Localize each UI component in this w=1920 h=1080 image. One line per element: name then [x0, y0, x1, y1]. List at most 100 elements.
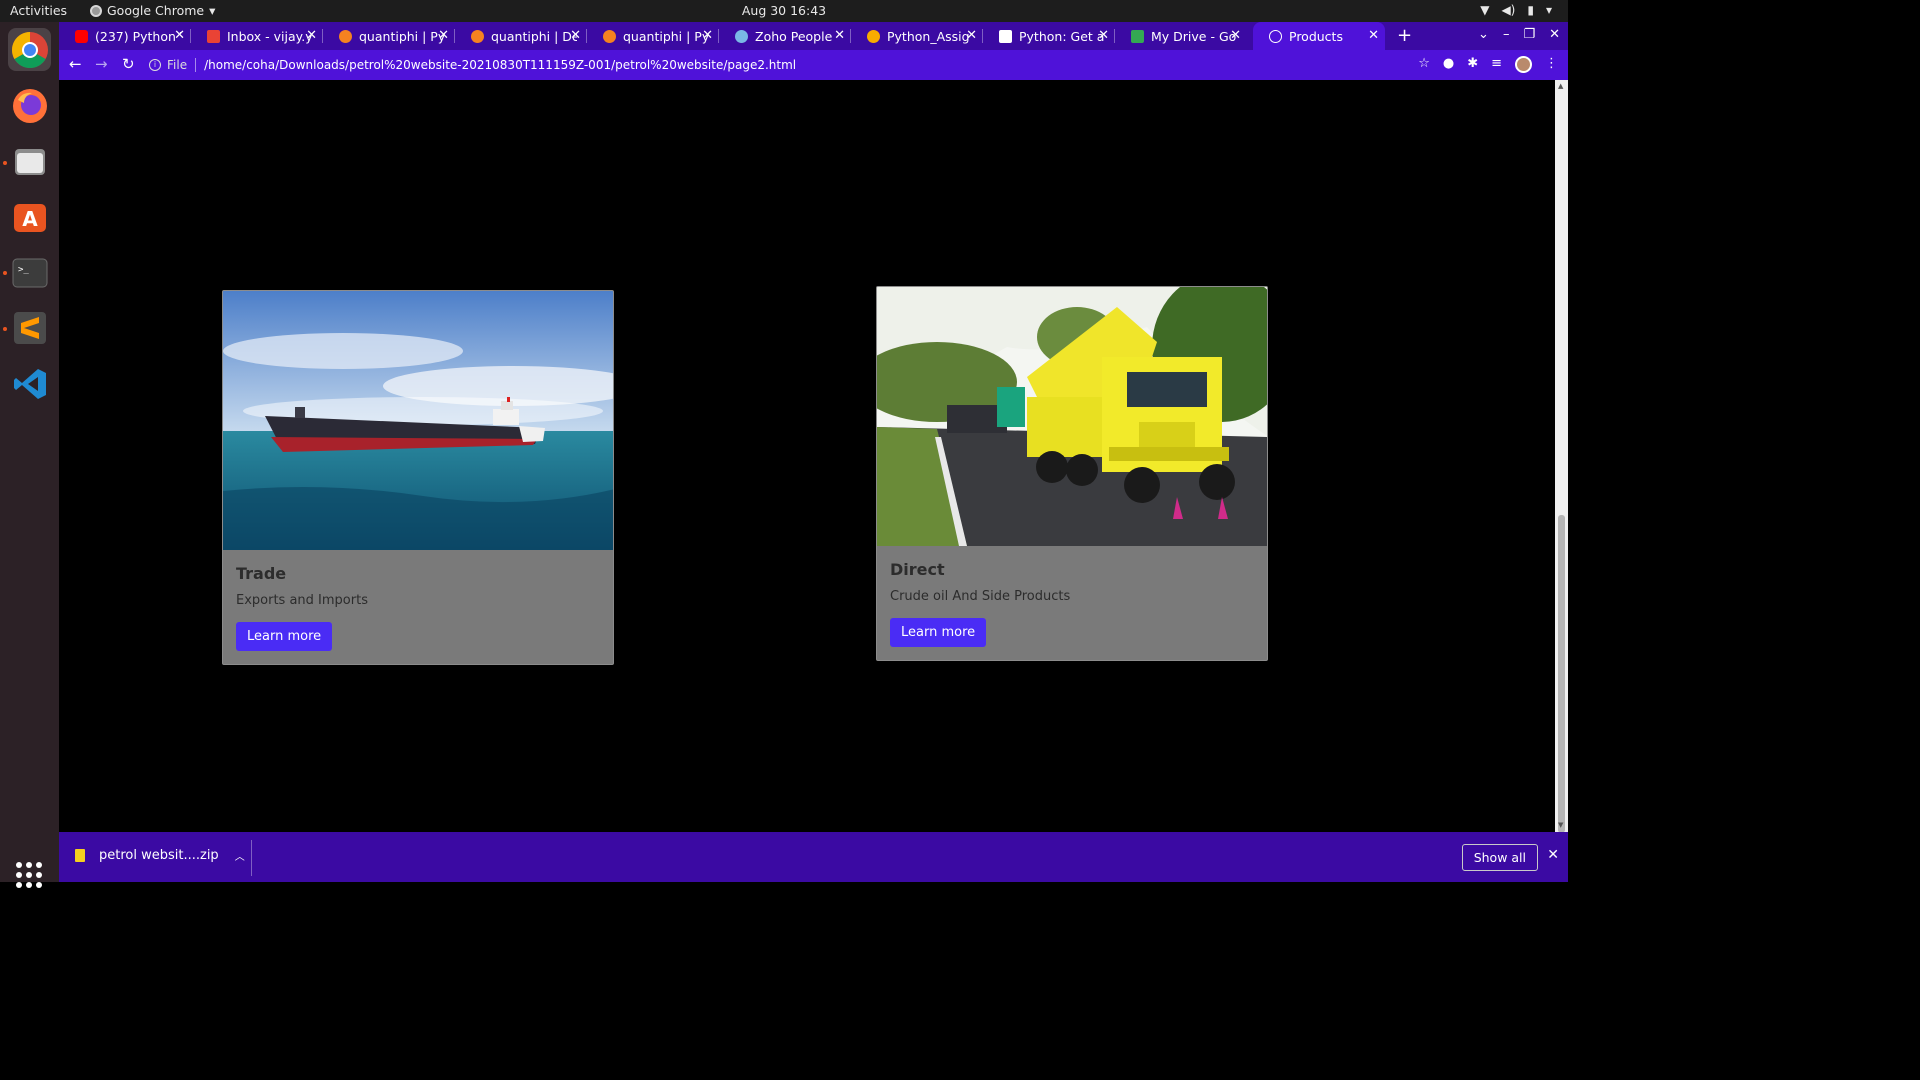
download-item[interactable]: petrol websit....zip ︿ [75, 848, 245, 863]
scroll-down-icon[interactable]: ▼ [1558, 821, 1563, 829]
close-tab-icon[interactable]: ✕ [702, 28, 713, 43]
dock-vscode[interactable] [8, 362, 51, 405]
tab-strip: (237) Python T ✕ Inbox - vijay.ya ✕ quan… [59, 22, 1568, 50]
menu-kebab-icon[interactable]: ⋮ [1545, 56, 1558, 73]
bookmark-star-icon[interactable]: ☆ [1418, 56, 1430, 73]
close-tab-icon[interactable]: ✕ [1230, 28, 1241, 43]
tab-colab[interactable]: Python_Assig ✕ [851, 22, 983, 50]
back-icon[interactable]: ← [69, 55, 82, 73]
reload-icon[interactable]: ↻ [122, 55, 135, 73]
close-tab-icon[interactable]: ✕ [834, 28, 845, 43]
tab-title: My Drive - Goo [1151, 28, 1237, 44]
chevron-up-icon[interactable]: ︿ [235, 848, 245, 863]
url-scheme: File [167, 58, 188, 72]
close-tab-icon[interactable]: ✕ [1098, 28, 1109, 43]
chrome-icon [11, 31, 48, 68]
tab-zoho[interactable]: Zoho People ✕ [719, 22, 851, 50]
battery-icon: ▮ [1527, 3, 1534, 17]
wifi-icon: ▼ [1480, 3, 1490, 17]
card-title: Direct [890, 560, 945, 579]
minimize-icon[interactable]: – [1503, 27, 1510, 42]
card-text: Exports and Imports [236, 593, 368, 608]
svg-text:>_: >_ [18, 265, 29, 275]
tab-title: quantiphi | Py [623, 28, 709, 44]
close-window-icon[interactable]: ✕ [1549, 27, 1560, 42]
volume-icon: ◀) [1501, 3, 1516, 17]
tab-quantiphi-3[interactable]: quantiphi | Py ✕ [587, 22, 719, 50]
download-filename: petrol websit....zip [99, 848, 219, 863]
power-menu-icon: ▾ [1545, 3, 1552, 17]
software-center-icon: A [13, 203, 46, 232]
download-shelf: petrol websit....zip ︿ Show all ✕ [59, 832, 1568, 882]
tab-title: Zoho People [755, 28, 833, 44]
dock-terminal[interactable]: >_ [8, 251, 51, 294]
extensions-puzzle-icon[interactable]: ✱ [1467, 56, 1478, 73]
close-tab-icon[interactable]: ✕ [174, 28, 185, 43]
page-scrollbar[interactable]: ▲ ▼ [1555, 80, 1568, 833]
card-text: Crude oil And Side Products [890, 589, 1071, 604]
media-control-icon[interactable]: ≡ [1491, 56, 1502, 73]
page-viewport: Trade Exports and Imports Learn more Dir… [59, 80, 1555, 832]
firefox-icon [12, 88, 47, 123]
restore-icon[interactable]: ❐ [1523, 27, 1535, 42]
cargo-ship-image [223, 291, 613, 550]
tab-search-icon[interactable]: ⌄ [1478, 27, 1489, 42]
drive-icon [1131, 29, 1144, 43]
tab-quantiphi-2[interactable]: quantiphi | De ✕ [455, 22, 587, 50]
tab-drive[interactable]: My Drive - Goo ✕ [1115, 22, 1247, 50]
dock-files[interactable] [8, 140, 51, 183]
tab-title: quantiphi | Py [359, 28, 445, 44]
gmail-icon [207, 29, 220, 43]
tab-title: quantiphi | De [491, 28, 577, 44]
product-card-direct: Direct Crude oil And Side Products Learn… [876, 286, 1268, 661]
clock[interactable]: Aug 30 16:43 [0, 3, 1568, 18]
scrollbar-thumb[interactable] [1558, 515, 1565, 833]
system-top-bar: Activities Google Chrome ▾ Aug 30 16:43 … [0, 0, 1568, 22]
toolbar-icons: ☆ ● ✱ ≡ ⋮ [1418, 56, 1558, 73]
show-all-button[interactable]: Show all [1461, 844, 1538, 871]
dock-chrome[interactable] [8, 28, 51, 71]
sublime-text-icon [13, 311, 46, 344]
w3-icon [999, 29, 1012, 43]
scroll-up-icon[interactable]: ▲ [1558, 82, 1563, 90]
forward-icon[interactable]: → [95, 55, 108, 73]
close-tab-icon[interactable]: ✕ [306, 28, 317, 43]
files-icon [14, 148, 45, 175]
close-tab-icon[interactable]: ✕ [570, 28, 581, 43]
tab-youtube[interactable]: (237) Python T ✕ [59, 22, 191, 50]
zoho-icon [735, 29, 748, 43]
address-bar[interactable]: i File /home/coha/Downloads/petrol%20web… [149, 53, 1439, 77]
learn-more-button[interactable]: Learn more [890, 618, 987, 647]
zip-file-icon [75, 849, 85, 862]
learn-more-button[interactable]: Learn more [236, 622, 333, 651]
terminal-icon: >_ [12, 258, 47, 287]
globe-icon [1269, 29, 1282, 43]
tab-products[interactable]: Products ✕ [1253, 22, 1385, 50]
dump-truck-image [877, 287, 1267, 546]
show-applications-icon[interactable] [16, 862, 42, 888]
cookie-extension-icon[interactable]: ● [1443, 56, 1454, 73]
quantiphi-icon [339, 29, 352, 43]
dock: A >_ [0, 22, 59, 888]
close-tab-icon[interactable]: ✕ [966, 28, 977, 43]
close-tab-icon[interactable]: ✕ [438, 28, 449, 43]
profile-avatar[interactable] [1515, 56, 1532, 73]
dock-firefox[interactable] [8, 84, 51, 127]
system-tray[interactable]: ▼ ◀) ▮ ▾ [1480, 3, 1552, 17]
url-text[interactable]: /home/coha/Downloads/petrol%20website-20… [204, 58, 796, 72]
tab-w3schools[interactable]: Python: Get a ✕ [983, 22, 1115, 50]
new-tab-icon[interactable]: + [1397, 25, 1412, 46]
close-tab-icon[interactable]: ✕ [1368, 28, 1379, 43]
dock-sublime[interactable] [8, 306, 51, 349]
tab-title: Python_Assig [887, 28, 970, 44]
tab-gmail[interactable]: Inbox - vijay.ya ✕ [191, 22, 323, 50]
product-card-trade: Trade Exports and Imports Learn more [222, 290, 614, 665]
card-title: Trade [236, 564, 287, 583]
close-shelf-icon[interactable]: ✕ [1547, 847, 1559, 863]
svg-text:A: A [22, 207, 38, 231]
tab-title: (237) Python T [95, 28, 181, 44]
quantiphi-icon [471, 29, 484, 43]
tab-quantiphi-1[interactable]: quantiphi | Py ✕ [323, 22, 455, 50]
dock-software[interactable]: A [8, 195, 51, 238]
site-info-icon[interactable]: i [149, 59, 161, 71]
